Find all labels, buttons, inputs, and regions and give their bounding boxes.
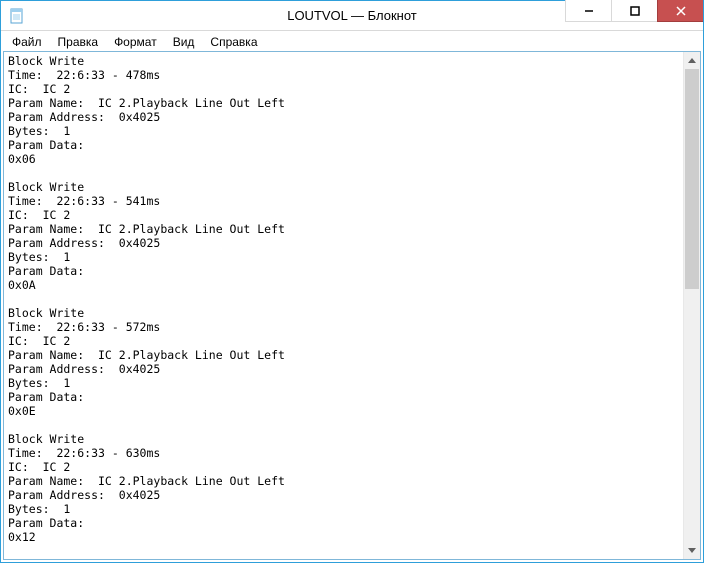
scroll-down-button[interactable] [684,542,700,559]
menu-edit[interactable]: Правка [50,33,107,51]
menu-format[interactable]: Формат [106,33,165,51]
scrollbar-thumb[interactable] [685,69,699,289]
scroll-up-button[interactable] [684,52,700,69]
menu-view[interactable]: Вид [165,33,203,51]
titlebar[interactable]: LOUTVOL — Блокнот [1,1,703,31]
editor-area: Block Write Time: 22:6:33 - 478ms IC: IC… [3,51,701,560]
window-controls [565,1,703,30]
menu-help[interactable]: Справка [202,33,265,51]
close-button[interactable] [657,0,703,22]
menubar: Файл Правка Формат Вид Справка [1,31,703,52]
vertical-scrollbar[interactable] [683,52,700,559]
minimize-button[interactable] [565,0,611,22]
text-content[interactable]: Block Write Time: 22:6:33 - 478ms IC: IC… [4,52,683,559]
maximize-button[interactable] [611,0,657,22]
notepad-icon [9,8,25,24]
menu-file[interactable]: Файл [4,33,50,51]
